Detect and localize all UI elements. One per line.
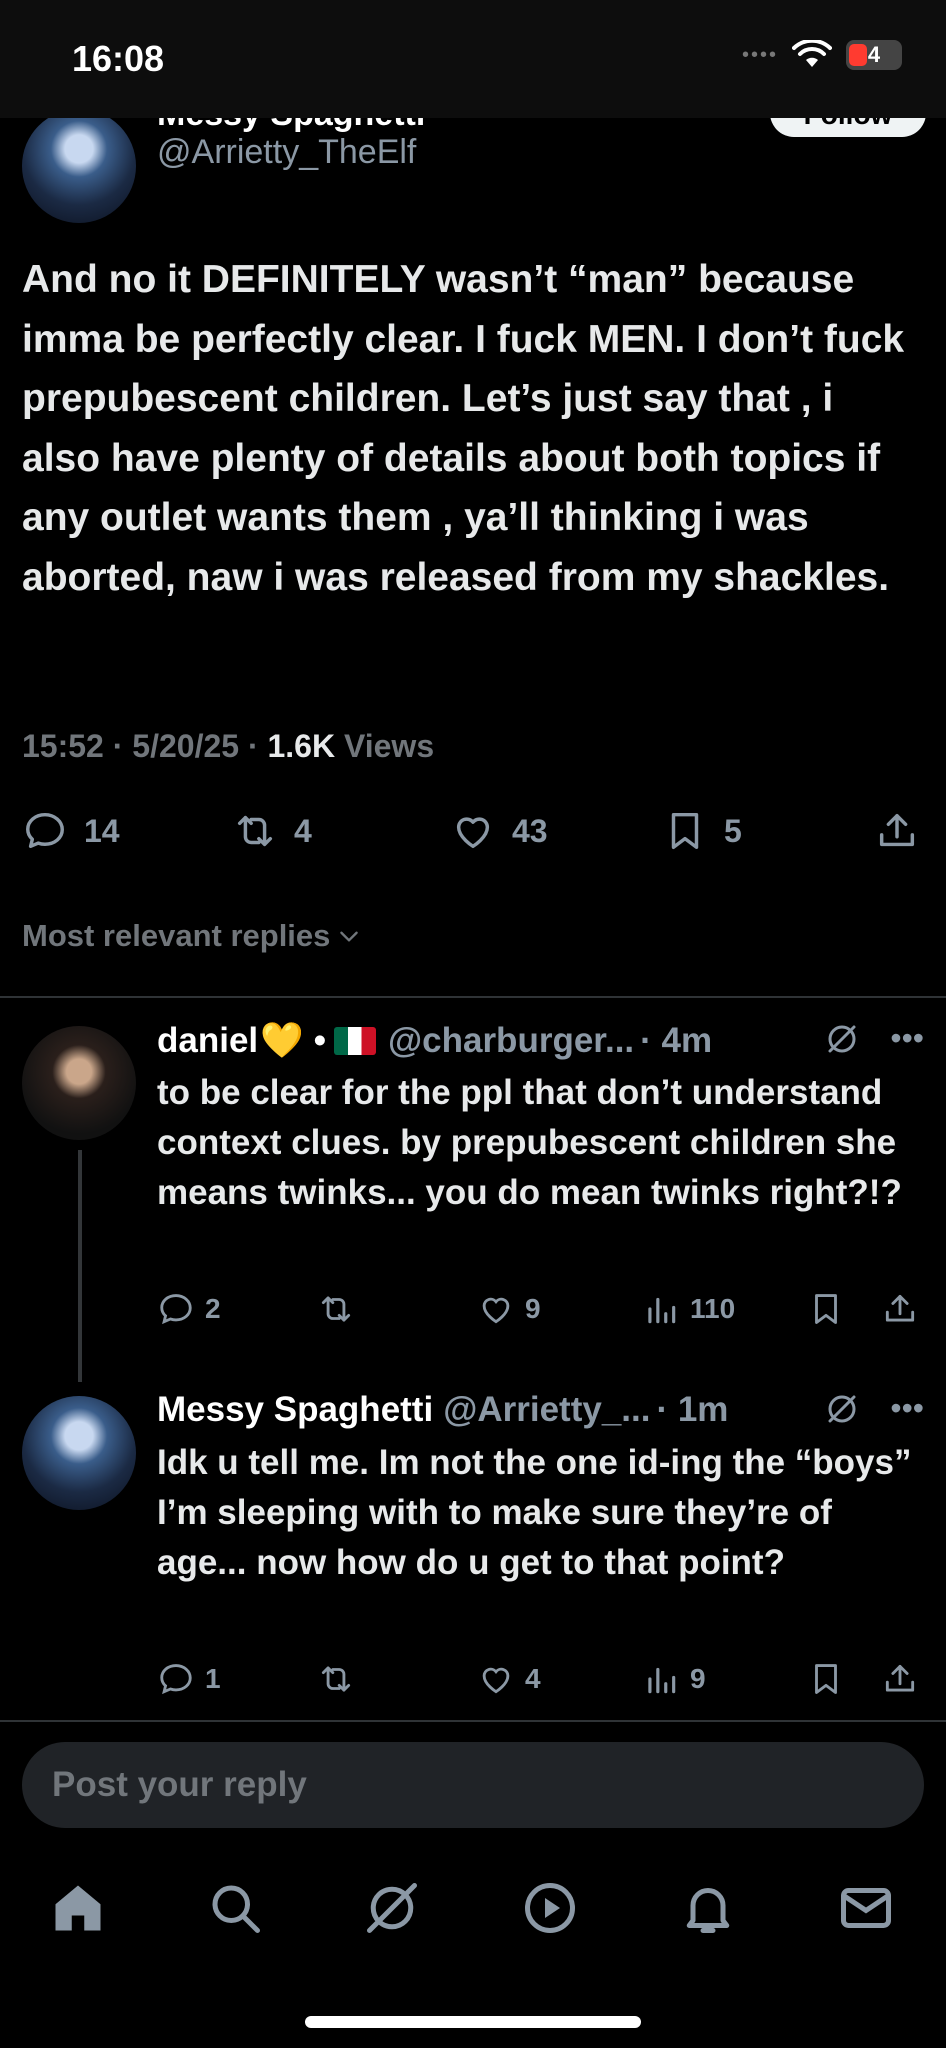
- reply-item[interactable]: Messy Spaghetti @Arrietty_... · 1m ••• I…: [0, 1390, 946, 1710]
- reply-input[interactable]: Post your reply: [22, 1742, 924, 1828]
- avatar[interactable]: [22, 1396, 136, 1510]
- reply-button[interactable]: 1: [157, 1660, 221, 1698]
- bookmark-icon: [815, 1294, 837, 1324]
- wifi-icon: [792, 40, 832, 67]
- speech-bubble-icon: [160, 1664, 192, 1695]
- reply-button[interactable]: 2: [157, 1290, 221, 1328]
- repost-button[interactable]: [317, 1290, 365, 1328]
- share-button[interactable]: [881, 1290, 919, 1328]
- views-count: 1.6K: [267, 728, 336, 764]
- more-icon[interactable]: •••: [890, 1020, 924, 1057]
- reply-age: · 4m: [640, 1020, 713, 1060]
- chevron-down-icon: [340, 931, 359, 942]
- share-icon: [885, 1664, 915, 1692]
- views-label: Views: [343, 728, 435, 764]
- share-icon: [879, 813, 915, 847]
- reply-author-name[interactable]: Messy Spaghetti: [157, 1390, 433, 1430]
- reply-author-handle[interactable]: @Arrietty_...: [443, 1390, 650, 1430]
- author-handle[interactable]: @Arrietty_TheElf: [157, 133, 416, 172]
- more-icon[interactable]: •••: [890, 1390, 924, 1427]
- reply-text: Idk u tell me. Im not the one id-ing the…: [157, 1443, 912, 1582]
- divider: [0, 996, 946, 998]
- avatar[interactable]: [22, 109, 136, 223]
- reply-actions: 1 4 9: [157, 1660, 927, 1704]
- tweet-date: 5/20/25: [132, 728, 240, 764]
- mail-icon: [841, 1888, 891, 1928]
- repost-button[interactable]: [317, 1660, 365, 1698]
- battery-icon: 4: [846, 40, 902, 70]
- speech-bubble-icon: [160, 1294, 192, 1325]
- heart-icon: [456, 817, 490, 849]
- reply-author-handle[interactable]: @charburger...: [388, 1021, 634, 1061]
- reply-text: to be clear for the ppl that don’t under…: [157, 1073, 902, 1212]
- reply-author-name[interactable]: daniel: [157, 1021, 258, 1061]
- tweet-meta: 15:52 · 5/20/25 · 1.6K Views: [22, 728, 435, 764]
- tab-notifications[interactable]: [678, 1878, 738, 1938]
- signal-icon: ••••: [741, 43, 778, 66]
- repost-icon: [321, 1666, 351, 1692]
- home-indicator: [305, 2016, 641, 2028]
- mexico-flag-icon: [334, 1026, 376, 1055]
- status-icons: •••• 4: [742, 40, 902, 70]
- repost-icon: [237, 815, 273, 847]
- status-bar: 16:08 •••• 4: [0, 0, 946, 118]
- reply-item[interactable]: daniel 💛 • @charburger... · 4m ••• to be…: [0, 1020, 946, 1340]
- bottom-tab-bar: [0, 1870, 946, 1970]
- bookmark-icon: [815, 1664, 837, 1694]
- heart-icon: [482, 1667, 510, 1694]
- heart-icon: [482, 1297, 510, 1324]
- share-button[interactable]: [881, 1660, 919, 1698]
- grok-icon[interactable]: [824, 1391, 860, 1427]
- grok-icon[interactable]: [824, 1021, 860, 1057]
- bell-icon: [686, 1888, 730, 1933]
- repost-button[interactable]: 4: [232, 808, 312, 854]
- search-icon: [212, 1885, 260, 1933]
- reply-button[interactable]: 14: [22, 808, 120, 854]
- bookmark-button[interactable]: [807, 1290, 845, 1328]
- bar-chart-icon: [648, 1667, 676, 1694]
- reply-header: Messy Spaghetti @Arrietty_... · 1m: [157, 1390, 927, 1430]
- tweet-time: 15:52: [22, 728, 104, 764]
- like-button[interactable]: 9: [477, 1290, 541, 1328]
- share-button[interactable]: [874, 808, 920, 854]
- views-button[interactable]: 9: [642, 1660, 706, 1698]
- home-icon: [55, 1885, 101, 1931]
- reply-header: daniel 💛 • @charburger... · 4m: [157, 1020, 713, 1061]
- grok-icon: [367, 1883, 417, 1933]
- reply-actions: 2 9 110: [157, 1290, 927, 1334]
- reply-top-icons: •••: [824, 1390, 924, 1427]
- tab-video[interactable]: [520, 1878, 580, 1938]
- tab-grok[interactable]: [362, 1878, 422, 1938]
- bar-chart-icon: [648, 1297, 676, 1324]
- share-icon: [885, 1294, 915, 1322]
- yellow-heart-icon: 💛: [260, 1021, 304, 1060]
- replies-filter[interactable]: Most relevant replies: [22, 918, 362, 954]
- play-icon: [525, 1883, 575, 1933]
- like-button[interactable]: 43: [450, 808, 548, 854]
- reply-top-icons: •••: [824, 1020, 924, 1057]
- tweet-text: And no it DEFINITELY wasn’t “man” becaus…: [22, 258, 905, 599]
- bookmark-button[interactable]: [807, 1660, 845, 1698]
- divider: [0, 1720, 946, 1722]
- avatar[interactable]: [22, 1026, 136, 1140]
- bookmark-button[interactable]: 5: [662, 808, 742, 854]
- like-button[interactable]: 4: [477, 1660, 541, 1698]
- repost-icon: [321, 1296, 351, 1322]
- speech-bubble-icon: [26, 812, 64, 849]
- status-time: 16:08: [72, 38, 165, 79]
- views-button[interactable]: 110: [642, 1290, 735, 1328]
- tab-home[interactable]: [48, 1878, 108, 1938]
- reply-age: · 1m: [656, 1390, 729, 1429]
- tweet-actions: 14 4 43 5: [22, 808, 922, 864]
- tab-messages[interactable]: [836, 1878, 896, 1938]
- tab-search[interactable]: [205, 1878, 265, 1938]
- bookmark-icon: [671, 812, 699, 850]
